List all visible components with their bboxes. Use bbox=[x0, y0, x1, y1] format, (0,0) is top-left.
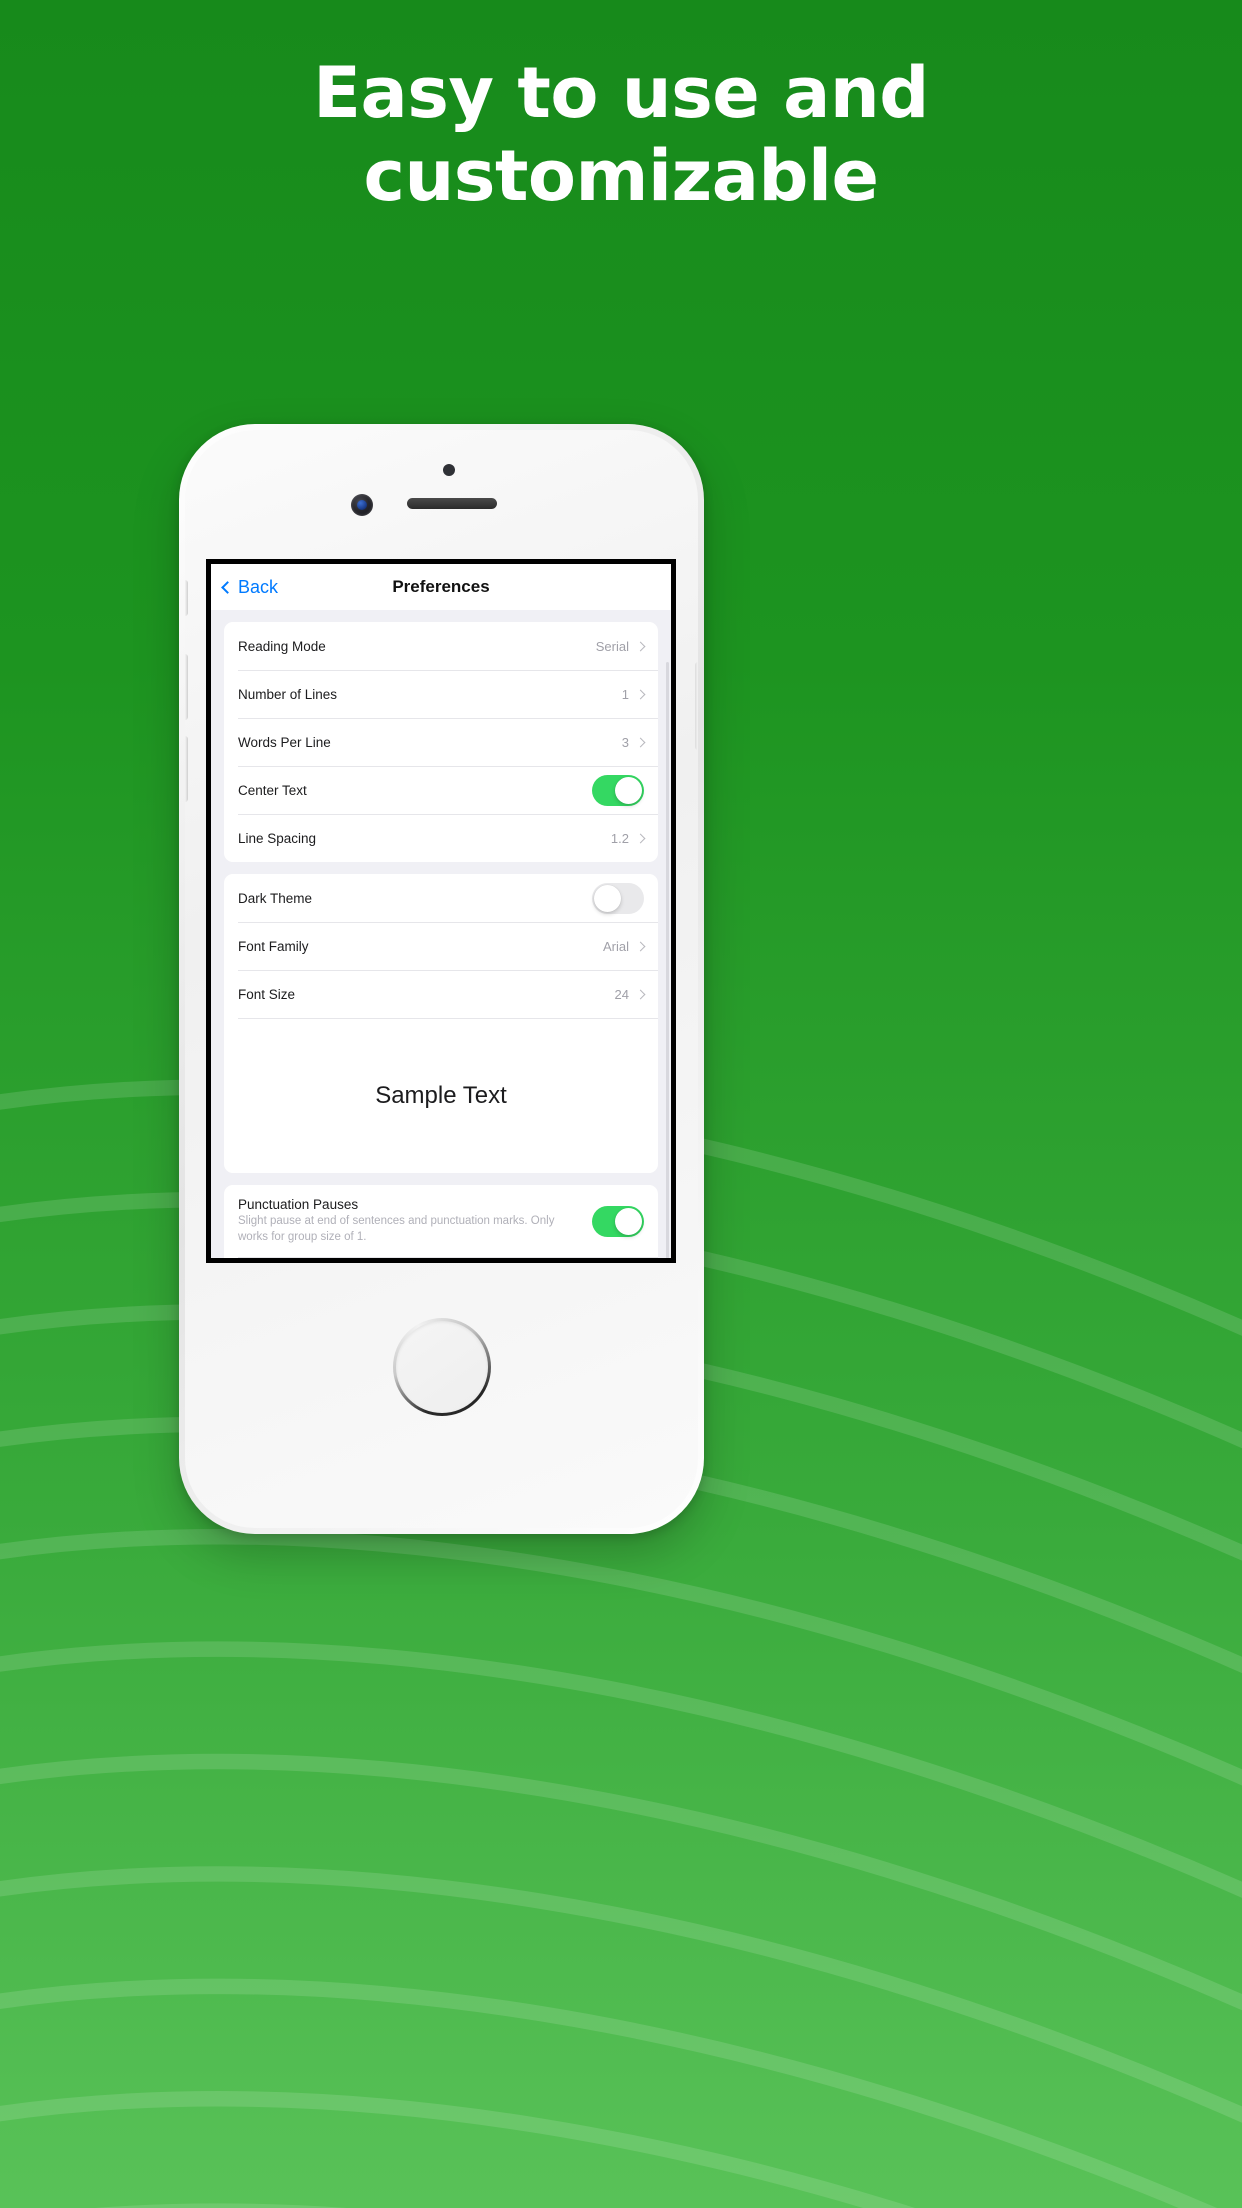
row-label: Words Per Line bbox=[238, 734, 331, 750]
dark-theme-toggle[interactable] bbox=[592, 882, 644, 914]
toggle-knob bbox=[615, 776, 642, 804]
row-label: Line Spacing bbox=[238, 830, 317, 846]
row-font-family[interactable]: Font Family Arial bbox=[224, 922, 658, 970]
settings-scroll-area[interactable]: Reading Mode Serial Number of Lines 1 Wo… bbox=[211, 610, 671, 1258]
row-reading-mode[interactable]: Reading Mode Serial bbox=[224, 622, 658, 670]
row-dark-theme[interactable]: Dark Theme bbox=[224, 874, 658, 922]
chevron-right-icon bbox=[635, 641, 646, 651]
row-label: Punctuation Pauses bbox=[238, 1196, 359, 1212]
chevron-right-icon bbox=[635, 737, 646, 747]
row-words-per-line[interactable]: Words Per Line 3 bbox=[224, 718, 658, 766]
chevron-right-icon bbox=[635, 941, 646, 951]
page-headline: Easy to use and customizable bbox=[0, 52, 1242, 217]
app-viewport: Back Preferences Reading Mode Serial Num… bbox=[211, 564, 671, 1258]
row-label: Center Text bbox=[238, 782, 307, 798]
phone-mockup: Back Preferences Reading Mode Serial Num… bbox=[179, 424, 704, 1534]
headline-line-2: customizable bbox=[363, 134, 879, 217]
headline-line-1: Easy to use and bbox=[313, 52, 929, 134]
center-text-toggle[interactable] bbox=[592, 774, 644, 806]
page-title: Preferences bbox=[392, 577, 490, 596]
toggle-knob bbox=[615, 1207, 642, 1235]
row-value: 24 bbox=[614, 986, 629, 1002]
volume-down-button[interactable] bbox=[185, 736, 188, 802]
navigation-bar: Back Preferences bbox=[211, 564, 671, 610]
row-label: Reading Mode bbox=[238, 638, 326, 654]
home-button-icon[interactable] bbox=[393, 1318, 491, 1416]
front-camera-icon bbox=[351, 494, 373, 516]
row-label: Font Size bbox=[238, 986, 296, 1002]
row-center-text[interactable]: Center Text bbox=[224, 766, 658, 814]
row-value: Serial bbox=[595, 638, 629, 654]
row-label: Dark Theme bbox=[238, 890, 313, 906]
row-value: 3 bbox=[621, 734, 629, 750]
reading-settings-card: Reading Mode Serial Number of Lines 1 Wo… bbox=[224, 622, 658, 862]
chevron-right-icon bbox=[635, 833, 646, 843]
phone-body: Back Preferences Reading Mode Serial Num… bbox=[185, 430, 698, 1528]
row-label: Font Family bbox=[238, 938, 309, 954]
sample-text-preview: Sample Text bbox=[224, 1018, 658, 1173]
row-number-of-lines[interactable]: Number of Lines 1 bbox=[224, 670, 658, 718]
chevron-right-icon bbox=[635, 989, 646, 999]
chevron-left-icon bbox=[221, 580, 234, 594]
proximity-sensor-icon bbox=[443, 464, 455, 476]
row-punctuation-pauses[interactable]: Punctuation Pauses Slight pause at end o… bbox=[224, 1185, 658, 1257]
earpiece-speaker-icon bbox=[407, 498, 497, 509]
chevron-right-icon bbox=[635, 689, 646, 699]
back-button-label: Back bbox=[238, 576, 279, 597]
sample-text-label: Sample Text bbox=[375, 1081, 507, 1109]
row-text-block: Punctuation Pauses Slight pause at end o… bbox=[238, 1197, 592, 1246]
row-description: Slight pause at end of sentences and pun… bbox=[238, 1214, 555, 1243]
phone-screen: Back Preferences Reading Mode Serial Num… bbox=[206, 559, 676, 1263]
appearance-settings-card: Dark Theme Font Family Arial Font Size 2… bbox=[224, 874, 658, 1173]
row-label: Number of Lines bbox=[238, 686, 338, 702]
power-button[interactable] bbox=[695, 662, 698, 750]
row-value: 1.2 bbox=[610, 830, 629, 846]
row-value: 1 bbox=[621, 686, 629, 702]
scrollbar[interactable] bbox=[666, 662, 669, 1258]
behavior-settings-card: Punctuation Pauses Slight pause at end o… bbox=[224, 1185, 658, 1258]
row-value: Arial bbox=[602, 938, 629, 954]
volume-up-button[interactable] bbox=[185, 654, 188, 720]
row-speed-variability[interactable]: Speed Variability Slow down for larger c… bbox=[224, 1257, 658, 1258]
toggle-knob bbox=[594, 884, 621, 912]
row-font-size[interactable]: Font Size 24 bbox=[224, 970, 658, 1018]
row-line-spacing[interactable]: Line Spacing 1.2 bbox=[224, 814, 658, 862]
silent-switch[interactable] bbox=[185, 580, 188, 616]
back-button[interactable]: Back bbox=[221, 576, 279, 598]
punctuation-pauses-toggle[interactable] bbox=[592, 1205, 644, 1237]
